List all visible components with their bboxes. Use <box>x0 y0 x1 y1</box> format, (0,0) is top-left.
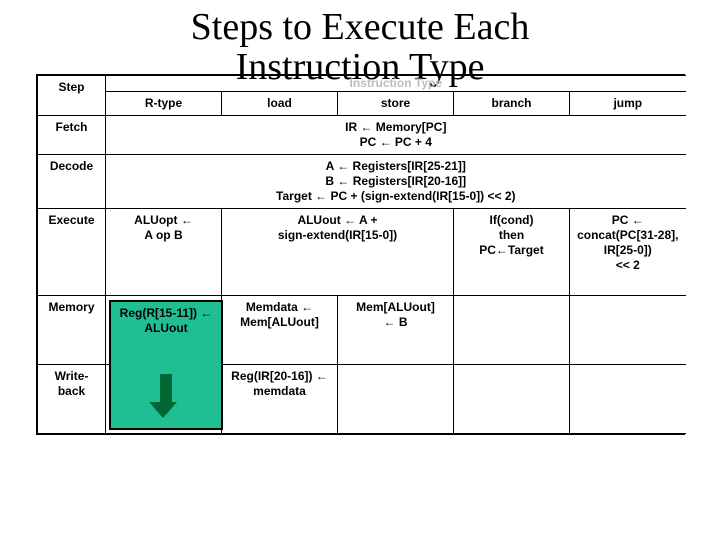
writeback-jump-empty <box>570 365 686 434</box>
writeback-load: Reg(IR[20-16]) ← memdata <box>222 365 338 434</box>
header-col-jump: jump <box>570 92 686 116</box>
execute-load-store: ALUout ← A + sign-extend(IR[15-0]) <box>222 209 454 296</box>
highlight-box: Reg(R[15-11]) ← ALUout <box>109 300 223 430</box>
row-decode-label: Decode <box>38 155 106 209</box>
row-execute: Execute ALUopt ← A op B ALUout ← A + sig… <box>38 209 686 296</box>
header-col-rtype: R-type <box>106 92 222 116</box>
row-memory-label: Memory <box>38 296 106 365</box>
writeback-branch-empty <box>454 365 570 434</box>
memory-load: Memdata ← Mem[ALUout] <box>222 296 338 365</box>
row-fetch-body: IR ← Memory[PC] PC ← PC + 4 <box>106 116 686 155</box>
header-col-load: load <box>222 92 338 116</box>
memory-store: Mem[ALUout] ← B <box>338 296 454 365</box>
row-writeback-label: Write-back <box>38 365 106 434</box>
slide: Steps to Execute Each Instruction Type S… <box>0 0 720 540</box>
arrow-down-icon <box>157 374 175 418</box>
memory-jump-empty <box>570 296 686 365</box>
table-header-row-1: Step Instruction Type <box>38 76 686 92</box>
execute-branch: If(cond) then PC←Target <box>454 209 570 296</box>
header-col-branch: branch <box>454 92 570 116</box>
row-execute-label: Execute <box>38 209 106 296</box>
header-step: Step <box>38 76 106 116</box>
row-fetch-label: Fetch <box>38 116 106 155</box>
execute-jump: PC ← concat(PC[31-28], IR[25-0]) << 2 <box>570 209 686 296</box>
execute-rtype: ALUopt ← A op B <box>106 209 222 296</box>
row-decode: Decode A ← Registers[IR[25-21]] B ← Regi… <box>38 155 686 209</box>
title-line-1: Steps to Execute Each <box>191 6 530 48</box>
row-fetch: Fetch IR ← Memory[PC] PC ← PC + 4 <box>38 116 686 155</box>
table-header-row-2: R-type load store branch jump <box>38 92 686 116</box>
header-instruction-type: Instruction Type <box>106 76 686 92</box>
header-col-store: store <box>338 92 454 116</box>
row-decode-body: A ← Registers[IR[25-21]] B ← Registers[I… <box>106 155 686 209</box>
memory-branch-empty <box>454 296 570 365</box>
writeback-store-empty <box>338 365 454 434</box>
highlight-text: Reg(R[15-11]) ← ALUout <box>111 306 221 336</box>
